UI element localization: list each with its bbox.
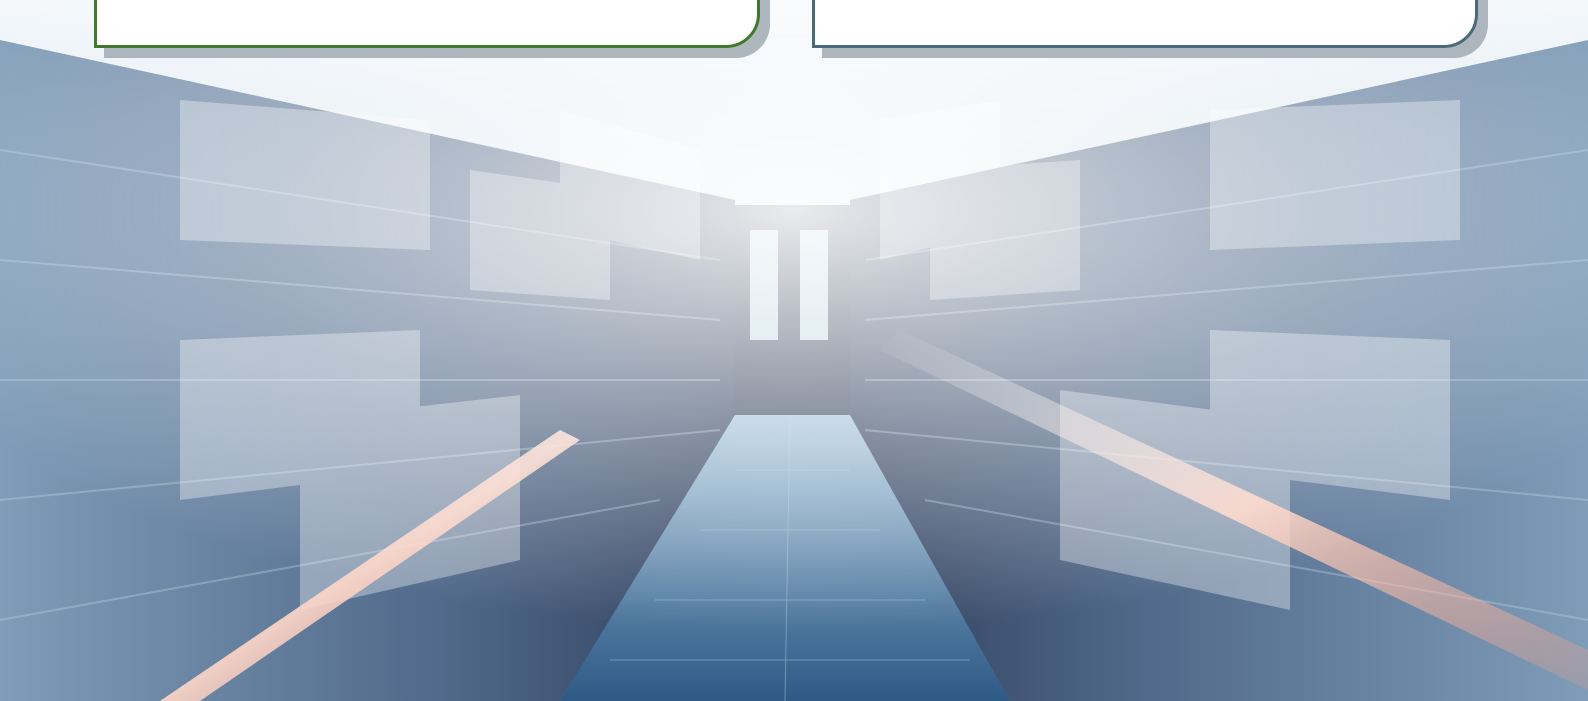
server-room-background (0, 0, 1588, 701)
corridor-illustration (0, 0, 1588, 701)
info-card-left (94, 0, 760, 48)
info-card-right (812, 0, 1478, 48)
